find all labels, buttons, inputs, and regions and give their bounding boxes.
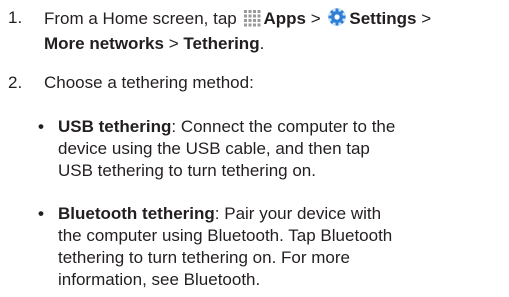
apps-grid-icon bbox=[243, 9, 261, 33]
bluetooth-tethering-title: Bluetooth tethering bbox=[58, 204, 215, 223]
bullet-text: USB tethering: Connect the computer to t… bbox=[58, 117, 396, 180]
step-number: 2. bbox=[8, 73, 23, 92]
settings-label: Settings bbox=[349, 9, 417, 28]
bullet-dot: • bbox=[38, 204, 44, 223]
bullet-text: Bluetooth tethering: Pair your device wi… bbox=[58, 204, 393, 289]
step-number: 1. bbox=[8, 8, 23, 27]
usb-tethering-title: USB tethering bbox=[58, 117, 172, 136]
more-networks-label: More networks bbox=[44, 34, 164, 53]
step-2-text: Choose a tethering method: bbox=[44, 73, 254, 92]
settings-gear-icon bbox=[327, 7, 347, 33]
tethering-label: Tethering bbox=[183, 34, 260, 53]
step-1-text: From a Home screen, tap Apps > Settings … bbox=[44, 7, 432, 53]
apps-label: Apps bbox=[263, 9, 306, 28]
bullet-dot: • bbox=[38, 117, 44, 136]
tethering-instructions: 1. From a Home screen, tap Apps > Settin… bbox=[0, 0, 509, 297]
